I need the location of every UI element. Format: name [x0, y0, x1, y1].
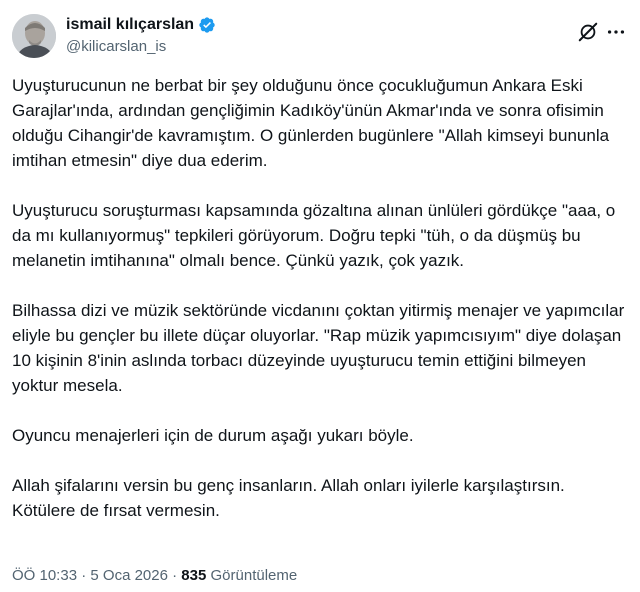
tweet-paragraph: Oyuncu menajerleri için de durum aşağı y…	[12, 426, 414, 445]
avatar-image	[12, 14, 56, 58]
more-button[interactable]	[605, 21, 627, 43]
meta-separator: ·	[81, 567, 87, 584]
avatar[interactable]	[12, 14, 56, 58]
tweet-date[interactable]: 5 Oca 2026	[90, 567, 168, 584]
tweet-text: Uyuşturucunun ne berbat bir şey olduğunu…	[12, 73, 628, 548]
grok-icon	[578, 22, 598, 42]
meta-separator: ·	[172, 567, 178, 584]
views-count: 835	[181, 567, 207, 584]
author-handle[interactable]: @kilicarslan_is	[66, 38, 166, 55]
tweet-meta: ÖÖ 10:33 · 5 Oca 2026 · 835 Görüntüleme	[12, 567, 297, 584]
tweet-time[interactable]: ÖÖ 10:33	[12, 567, 77, 584]
grok-button[interactable]	[577, 21, 599, 43]
more-icon	[607, 30, 625, 34]
author-name-row: ismail kılıçarslan	[66, 16, 216, 34]
tweet-paragraph: Bilhassa dizi ve müzik sektöründe vicdan…	[12, 301, 625, 395]
verified-badge-icon	[198, 16, 216, 34]
tweet-paragraph: Allah şifalarını versin bu genç insanlar…	[12, 476, 565, 520]
author-display-name[interactable]: ismail kılıçarslan	[66, 16, 194, 34]
views-label: Görüntüleme	[210, 567, 298, 584]
tweet-paragraph: Uyuşturucu soruşturması kapsamında gözal…	[12, 201, 616, 270]
tweet-paragraph: Uyuşturucunun ne berbat bir şey olduğunu…	[12, 76, 610, 170]
